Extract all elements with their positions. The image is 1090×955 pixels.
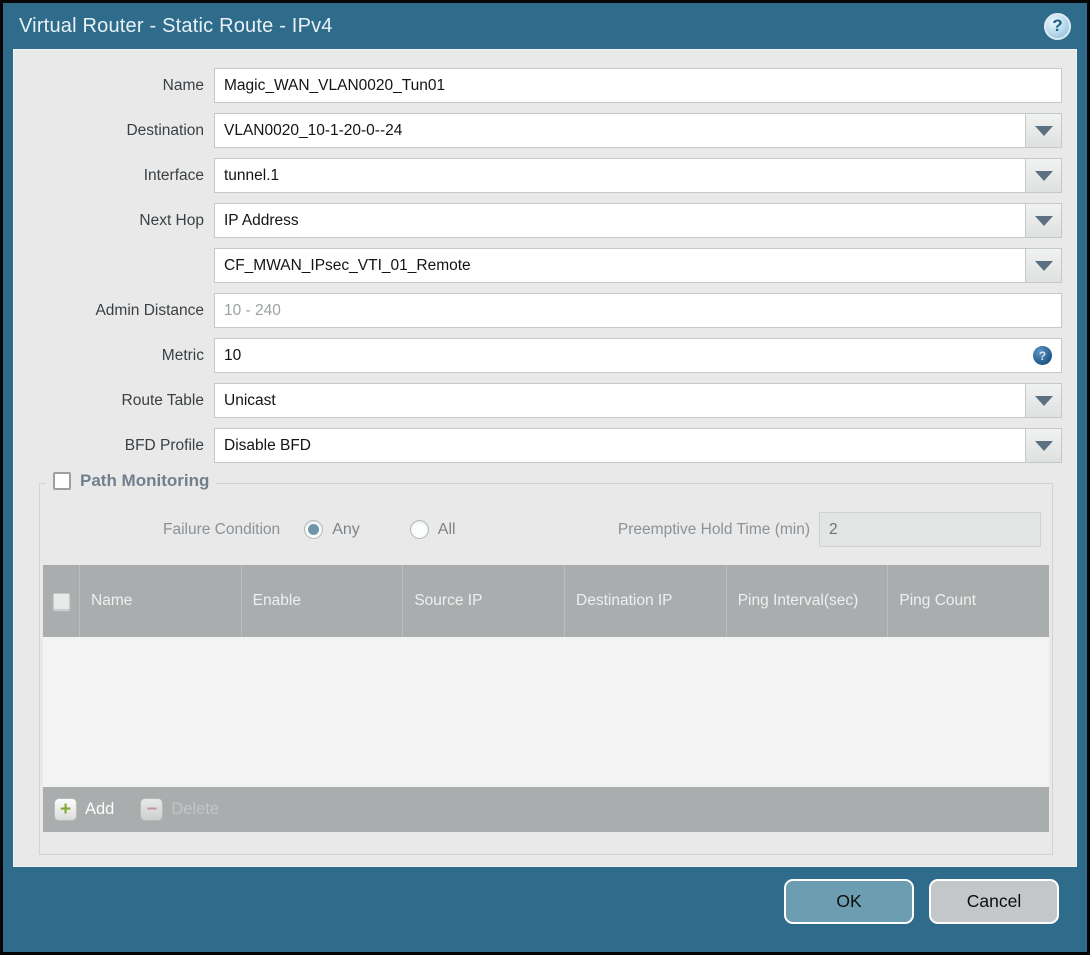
interface-dropdown-button[interactable] [1026, 158, 1062, 193]
add-button[interactable]: + Add [54, 798, 114, 821]
next-hop-row: Next Hop [14, 203, 1062, 238]
column-header-source-ip[interactable]: Source IP [403, 565, 566, 637]
bfd-profile-input[interactable] [214, 428, 1026, 463]
info-icon: ? [1033, 346, 1052, 365]
column-header-ping-count[interactable]: Ping Count [888, 565, 1049, 637]
column-header-destination-ip[interactable]: Destination IP [565, 565, 727, 637]
cancel-button[interactable]: Cancel [929, 879, 1059, 924]
failure-condition-all-radio[interactable] [409, 520, 429, 539]
route-table-row: Route Table [14, 383, 1062, 418]
interface-label: Interface [143, 166, 204, 184]
dialog-title: Virtual Router - Static Route - IPv4 [19, 14, 333, 37]
failure-condition-any-radio[interactable] [304, 520, 324, 539]
preemptive-hold-time-input[interactable] [819, 512, 1041, 547]
route-table-input[interactable] [214, 383, 1026, 418]
chevron-down-icon [1034, 125, 1053, 136]
dialog-body: Name Destination Interface [13, 49, 1077, 867]
failure-condition-row: Failure Condition Any All Preemptive Hol… [43, 512, 1041, 547]
bfd-profile-label: BFD Profile [124, 436, 204, 454]
select-all-header-cell [43, 565, 80, 637]
path-monitoring-section: Path Monitoring Failure Condition Any Al… [39, 471, 1053, 855]
metric-label: Metric [161, 346, 204, 364]
destination-row: Destination [14, 113, 1062, 148]
delete-button[interactable]: − Delete [140, 798, 219, 821]
next-hop-label: Next Hop [139, 211, 204, 229]
help-icon[interactable]: ? [1044, 12, 1071, 40]
bfd-profile-dropdown-button[interactable] [1026, 428, 1062, 463]
name-input[interactable] [214, 68, 1062, 103]
chevron-down-icon [1034, 395, 1053, 406]
destination-dropdown-button[interactable] [1026, 113, 1062, 148]
path-monitoring-checkbox[interactable] [53, 472, 71, 490]
route-table-dropdown-button[interactable] [1026, 383, 1062, 418]
table-header-row: Name Enable Source IP Destination IP Pin… [43, 565, 1049, 637]
name-row: Name [14, 68, 1062, 103]
chevron-down-icon [1034, 170, 1053, 181]
add-icon: + [54, 798, 77, 821]
delete-icon: − [140, 798, 164, 821]
chevron-down-icon [1034, 260, 1053, 271]
admin-distance-label: Admin Distance [95, 301, 204, 319]
add-button-label: Add [85, 800, 115, 818]
metric-input[interactable] [214, 338, 1062, 373]
admin-distance-input[interactable] [214, 293, 1062, 328]
table-body-empty [43, 637, 1049, 787]
route-table-label: Route Table [121, 391, 204, 409]
next-hop-address-input[interactable] [214, 248, 1026, 283]
column-header-name[interactable]: Name [80, 565, 242, 637]
table-toolbar: + Add − Delete [43, 787, 1049, 832]
destination-input[interactable] [214, 113, 1026, 148]
column-header-enable[interactable]: Enable [242, 565, 404, 637]
destination-label: Destination [126, 121, 204, 139]
interface-input[interactable] [214, 158, 1026, 193]
dialog-titlebar: Virtual Router - Static Route - IPv4 ? [3, 3, 1087, 49]
static-route-dialog: Virtual Router - Static Route - IPv4 ? N… [0, 0, 1090, 955]
interface-row: Interface [14, 158, 1062, 193]
failure-condition-label: Failure Condition [163, 520, 281, 538]
chevron-down-icon [1034, 215, 1053, 226]
preemptive-hold-time-group: Preemptive Hold Time (min) [618, 512, 1041, 547]
next-hop-type-dropdown-button[interactable] [1026, 203, 1062, 238]
ok-button[interactable]: OK [784, 879, 914, 924]
select-all-checkbox[interactable] [52, 592, 70, 610]
path-monitoring-legend: Path Monitoring [46, 471, 217, 491]
bfd-profile-row: BFD Profile [14, 428, 1062, 463]
preemptive-hold-time-label: Preemptive Hold Time (min) [617, 520, 810, 538]
next-hop-address-row [14, 248, 1062, 283]
admin-distance-row: Admin Distance [14, 293, 1062, 328]
failure-condition-any-label: Any [332, 520, 360, 538]
path-monitoring-table: Name Enable Source IP Destination IP Pin… [43, 565, 1049, 832]
path-monitoring-title: Path Monitoring [80, 471, 210, 490]
failure-condition-all-label: All [437, 520, 456, 538]
chevron-down-icon [1034, 440, 1053, 451]
column-header-ping-interval[interactable]: Ping Interval(sec) [727, 565, 889, 637]
dialog-footer: OK Cancel [3, 863, 1087, 952]
delete-button-label: Delete [171, 800, 220, 818]
next-hop-type-input[interactable] [214, 203, 1026, 238]
next-hop-address-dropdown-button[interactable] [1026, 248, 1062, 283]
metric-row: Metric ? [14, 338, 1062, 373]
name-label: Name [162, 76, 204, 94]
